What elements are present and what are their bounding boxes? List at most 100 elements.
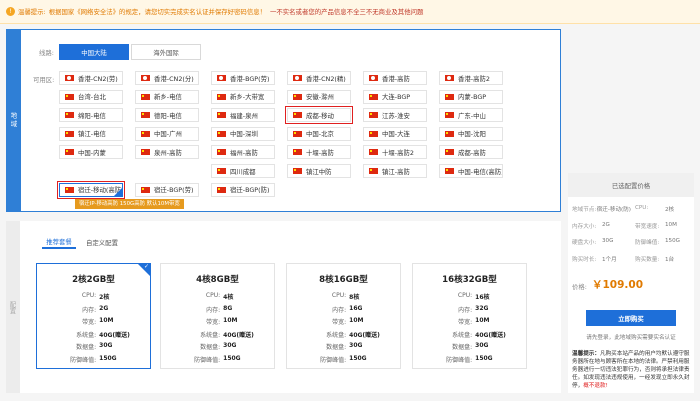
node-0-3[interactable]: 香港-CN2(精) <box>287 71 351 85</box>
summary-value: 2核 <box>665 207 675 213</box>
node-label: 广东-中山 <box>458 111 486 120</box>
node-4-5[interactable]: 成都-高防 <box>439 145 503 160</box>
line-label: 线路: <box>39 49 54 57</box>
node-3-0[interactable]: 镇江-电信 <box>59 126 123 141</box>
spec-key: 防御峰值: <box>70 357 97 364</box>
node-6-2[interactable]: 宿迁-BGP(防) <box>211 182 275 197</box>
node-1-1[interactable]: 新乡-电信 <box>135 89 199 104</box>
node-3-2[interactable]: 中国-深圳 <box>211 126 275 141</box>
node-2-2[interactable]: 福建-泉州 <box>211 108 275 123</box>
node-3-1[interactable]: 中国-广州 <box>135 126 199 141</box>
spec-value: 40G(赠送) <box>99 331 130 339</box>
node-2-3[interactable]: 成都-移动 <box>285 106 353 125</box>
node-label: 香港-CN2(分) <box>154 74 194 83</box>
node-1-2[interactable]: 新乡-大带宽 <box>211 89 275 104</box>
summary-value: 150G <box>665 238 681 245</box>
node-3-4[interactable]: 中国-大连 <box>363 126 427 141</box>
node-label: 香港-CN2(精) <box>306 74 346 83</box>
cn-flag-icon <box>217 186 226 193</box>
spec-key: CPU: <box>81 292 97 299</box>
spec-value: 30G <box>475 342 489 350</box>
cn-flag-icon <box>65 112 74 119</box>
cn-flag-icon <box>65 130 74 137</box>
hk-flag-icon <box>141 75 150 81</box>
node-3-3[interactable]: 中国-北京 <box>287 126 351 141</box>
spec-key: CPU: <box>205 292 221 299</box>
summary-panel: 已选配置价格 地域节点: 宿迁-移动(防) CPU: 2核 内存大小: 2G 带宽速度: 10… <box>568 173 694 393</box>
node-0-5[interactable]: 香港-高防2 <box>439 71 503 85</box>
spec-row: 系统盘: 40G(赠送) <box>413 330 526 339</box>
tab-recommended[interactable]: 推荐套餐 <box>42 235 76 249</box>
node-4-4[interactable]: 十堰-高防2 <box>363 145 427 160</box>
price-label: 价格: <box>572 283 587 291</box>
spec-row: 数据盘: 30G <box>413 342 526 351</box>
spec-value: 2核 <box>99 294 110 301</box>
node-2-0[interactable]: 绵阳-电信 <box>59 108 123 123</box>
spec-row: CPU: 4核 <box>161 292 274 301</box>
node-label: 绵阳-电信 <box>78 111 106 120</box>
node-0-2[interactable]: 香港-BGP(劳) <box>211 71 275 85</box>
cn-flag-icon <box>141 186 150 193</box>
cn-flag-icon <box>65 186 74 193</box>
node-5-2[interactable]: 四川成都 <box>211 164 275 178</box>
node-1-4[interactable]: 大连-BGP <box>363 89 427 104</box>
package-title: 16核32GB型 <box>442 275 497 285</box>
spec-key: 带宽: <box>82 319 97 327</box>
spec-value: 16核 <box>475 294 490 301</box>
node-1-3[interactable]: 安徽-滁州 <box>287 89 351 104</box>
package-card-3[interactable]: 8核16GB型 CPU: 8核 内存: 16G 带宽: 10M 系统盘: 40G(赠送) 数据盘:… <box>286 263 401 369</box>
node-0-0[interactable]: 香港-CN2(劳) <box>59 71 123 85</box>
node-1-0[interactable]: 台湾-台北 <box>59 89 123 104</box>
summary-key: 带宽速度: <box>635 223 660 230</box>
area-overseas-button[interactable]: 海外国际 <box>131 44 201 60</box>
node-4-2[interactable]: 福州-高防 <box>211 145 275 160</box>
hk-flag-icon <box>293 75 302 81</box>
buy-now-button[interactable]: 立即购买 <box>586 310 676 326</box>
area-mainland-button[interactable]: 中国大陆 <box>59 44 129 60</box>
spec-row: 系统盘: 40G(赠送) <box>161 330 274 339</box>
summary-head: 已选配置价格 <box>568 173 694 197</box>
spec-row: 数据盘: 30G <box>287 342 400 351</box>
node-label: 台湾-台北 <box>78 93 106 102</box>
node-3-5[interactable]: 中国-沈阳 <box>439 126 503 141</box>
package-card-2[interactable]: 4核8GB型 CPU: 4核 内存: 8G 带宽: 10M 系统盘: 40G(赠送) 数据盘: 30… <box>160 263 275 369</box>
region-panel: 地域 线路: 中国大陆 海外国际 可用区: 香港-CN2(劳) 香港-CN2(分)… <box>6 29 561 212</box>
notice-label: 温馨提示: <box>18 8 46 16</box>
node-0-4[interactable]: 香港-高防 <box>363 71 427 85</box>
spec-key: 内存: <box>458 306 473 314</box>
tab-custom[interactable]: 自定义配置 <box>82 235 122 249</box>
summary-value: 1台 <box>665 256 675 263</box>
summary-key: CPU: <box>635 205 649 211</box>
spec-row: CPU: 2核 <box>37 292 150 301</box>
cn-flag-icon <box>293 149 302 156</box>
package-card-4[interactable]: 16核32GB型 CPU: 16核 内存: 32G 带宽: 10M 系统盘: 40G(赠送) 数据… <box>412 263 527 369</box>
node-2-1[interactable]: 德阳-电信 <box>135 108 199 123</box>
node-2-5[interactable]: 广东-中山 <box>439 108 503 123</box>
summary-key: 地域节点: <box>572 207 597 213</box>
spec-value: 16G <box>349 304 363 312</box>
summary-cell: 地域节点: 宿迁-移动(防) <box>568 205 631 213</box>
node-6-1[interactable]: 宿迁-BGP(劳) <box>135 182 199 197</box>
summary-value: 1个月 <box>602 256 617 263</box>
node-5-3[interactable]: 镇江中防 <box>287 164 351 178</box>
node-0-1[interactable]: 香港-CN2(分) <box>135 71 199 85</box>
node-tooltip: 宿迁IP-移动高防 150G高防 默认10M带宽 <box>75 199 184 209</box>
spec-value: 40G(赠送) <box>475 331 506 339</box>
cn-flag-icon <box>217 112 226 119</box>
node-2-4[interactable]: 江苏-淮安 <box>363 108 427 123</box>
package-card-1[interactable]: ✓ 2核2GB型 CPU: 2核 内存: 2G 带宽: 10M 系统盘: 40G(赠送) 数据盘: 3… <box>36 263 151 369</box>
hk-flag-icon <box>369 75 378 81</box>
node-5-4[interactable]: 镇江-高防 <box>363 164 427 178</box>
cn-flag-icon <box>369 149 378 156</box>
node-label: 中国-广州 <box>154 130 182 139</box>
cn-flag-icon <box>293 130 302 137</box>
node-1-5[interactable]: 内蒙-BGP <box>439 89 503 104</box>
node-6-0[interactable]: 宿迁-移动(高防) <box>57 180 125 199</box>
node-4-0[interactable]: 中国-内蒙 <box>59 145 123 160</box>
node-label: 中国-电信(高防) <box>458 167 503 176</box>
spec-row: 防御峰值: 150G <box>287 355 400 364</box>
node-4-3[interactable]: 十堰-高防 <box>287 145 351 160</box>
node-4-1[interactable]: 泉州-高防 <box>135 145 199 160</box>
node-5-5[interactable]: 中国-电信(高防) <box>439 164 503 178</box>
node-label: 泉州-高防 <box>154 148 182 157</box>
